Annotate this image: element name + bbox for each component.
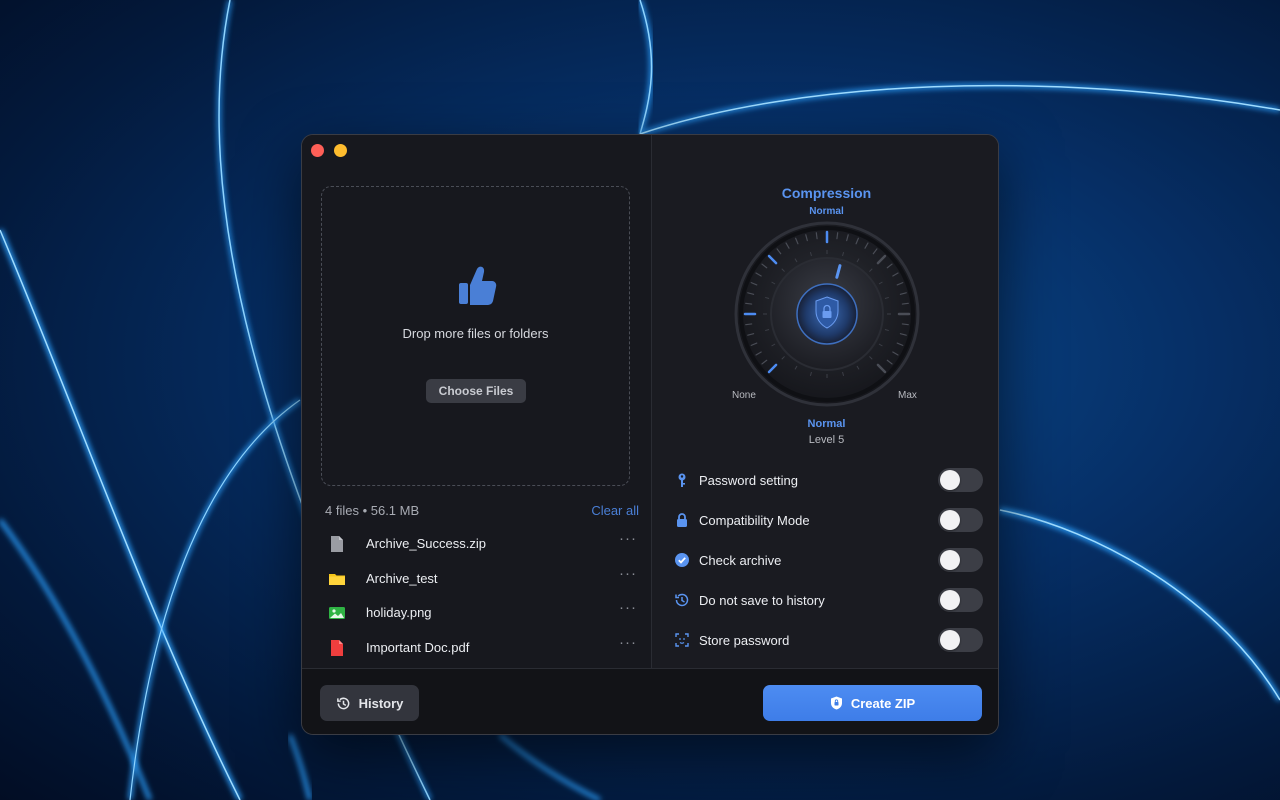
dial-tick xyxy=(901,323,909,326)
minimize-window-button[interactable] xyxy=(334,144,347,157)
drop-instructions: Drop more files or folders xyxy=(402,326,549,341)
dial-tick xyxy=(745,302,753,305)
more-options-icon[interactable]: ··· xyxy=(619,565,637,582)
history-button[interactable]: History xyxy=(320,685,419,721)
option-label: Check archive xyxy=(699,553,782,568)
file-name: Archive_Success.zip xyxy=(366,536,486,551)
create-zip-button[interactable]: Create ZIP xyxy=(763,685,982,721)
file-row[interactable]: Important Doc.pdf ··· xyxy=(302,631,651,666)
app-window: Drop more files or folders Choose Files … xyxy=(301,134,999,735)
option-do-not-save-history: Do not save to history xyxy=(652,580,998,620)
option-password-setting: Password setting xyxy=(652,460,998,500)
level-number: Level 5 xyxy=(808,434,845,446)
file-row[interactable]: holiday.png ··· xyxy=(302,596,651,631)
compression-title: Compression xyxy=(781,185,872,201)
more-options-icon[interactable]: ··· xyxy=(619,599,637,616)
do-not-save-history-toggle[interactable] xyxy=(938,588,983,612)
zip-file-icon xyxy=(331,536,343,552)
folder-icon xyxy=(329,573,345,585)
more-options-icon[interactable]: ··· xyxy=(619,634,637,651)
right-panel: Compression Normal None Max Normal Level… xyxy=(651,135,998,668)
file-name: Archive_test xyxy=(366,570,438,586)
option-label: Compatibility Mode xyxy=(699,513,810,528)
option-compatibility-mode: Compatibility Mode xyxy=(652,500,998,540)
history-label: History xyxy=(358,695,404,711)
history-icon xyxy=(675,593,689,607)
dial-tick xyxy=(836,232,839,240)
compatibility-mode-toggle[interactable] xyxy=(938,508,983,532)
image-file-icon xyxy=(329,607,345,619)
store-password-toggle[interactable] xyxy=(938,628,983,652)
dial-current-label: Normal xyxy=(809,206,844,217)
option-label: Store password xyxy=(699,633,790,648)
choose-files-button[interactable]: Choose Files xyxy=(426,379,526,403)
dial-tick xyxy=(745,323,753,326)
file-list: Archive_Success.zip ··· Archive_test ···… xyxy=(302,527,651,665)
left-panel: Drop more files or folders Choose Files … xyxy=(302,135,651,668)
level-name: Normal xyxy=(807,418,846,430)
pdf-file-icon xyxy=(331,639,343,656)
dial-tick xyxy=(815,232,818,240)
dial-max-label: Max xyxy=(898,390,917,401)
password-setting-toggle[interactable] xyxy=(938,468,983,492)
check-badge-icon xyxy=(675,553,689,567)
compression-dial[interactable] xyxy=(734,221,920,407)
file-row[interactable]: Archive_Success.zip ··· xyxy=(302,527,651,562)
close-window-button[interactable] xyxy=(311,144,324,157)
footer-bar: History Create ZIP xyxy=(302,668,998,734)
files-summary: 4 files • 56.1 MB xyxy=(325,503,420,518)
option-check-archive: Check archive xyxy=(652,540,998,580)
dial-tick xyxy=(901,302,909,305)
dial-min-label: None xyxy=(732,390,756,401)
file-name: Important Doc.pdf xyxy=(366,639,470,655)
file-name: holiday.png xyxy=(366,605,432,620)
options-list: Password setting Compatibility Mode Chec… xyxy=(652,460,998,660)
shield-lock-icon xyxy=(830,696,842,710)
more-options-icon[interactable]: ··· xyxy=(619,530,637,547)
clear-all-link[interactable]: Clear all xyxy=(591,503,639,518)
option-store-password: Store password xyxy=(652,620,998,660)
option-label: Do not save to history xyxy=(699,593,825,608)
key-icon xyxy=(678,473,686,487)
check-archive-toggle[interactable] xyxy=(938,548,983,572)
face-scan-icon xyxy=(675,633,689,647)
thumbs-up-icon xyxy=(459,266,497,305)
lock-icon xyxy=(677,513,687,527)
history-icon xyxy=(336,697,349,709)
file-row[interactable]: Archive_test ··· xyxy=(302,562,651,597)
drop-zone[interactable]: Drop more files or folders Choose Files xyxy=(321,186,630,486)
window-controls xyxy=(311,144,347,157)
option-label: Password setting xyxy=(699,473,798,488)
create-zip-label: Create ZIP xyxy=(850,695,916,711)
